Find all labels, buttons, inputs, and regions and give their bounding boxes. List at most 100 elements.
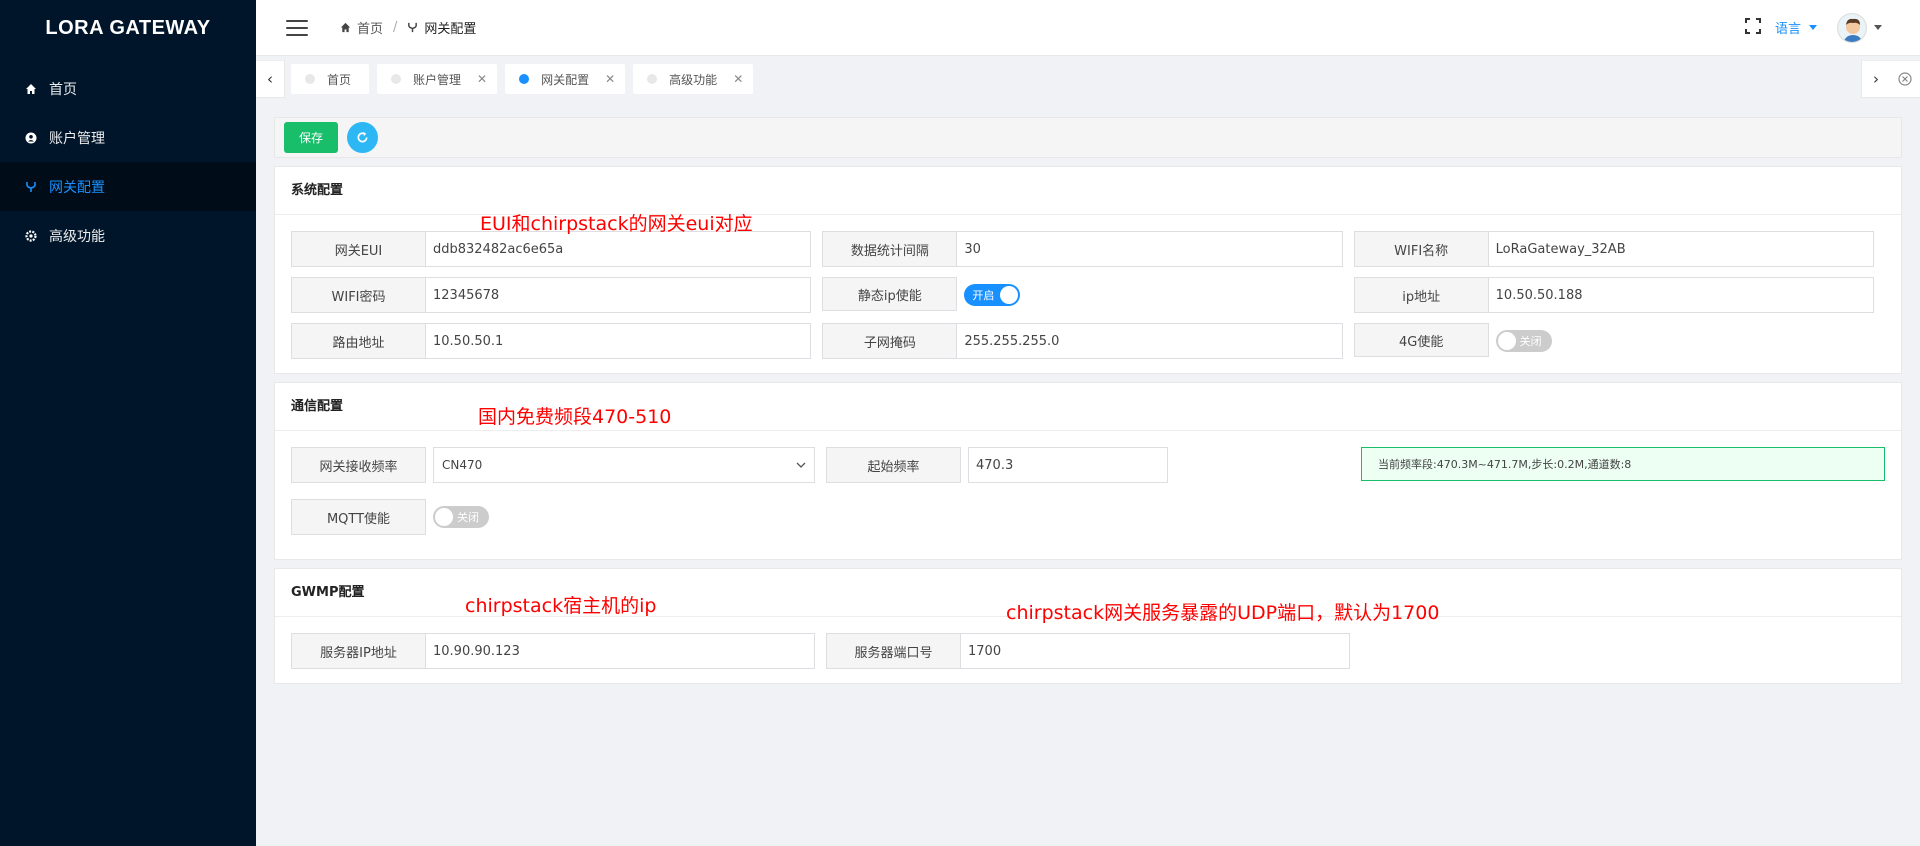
sidebar-item-label: 网关配置 [49, 179, 105, 196]
field-label: WIFI名称 [1353, 231, 1489, 267]
gateway-icon [408, 22, 418, 33]
static-ip-toggle[interactable]: 开启 [964, 284, 1021, 306]
field-label: MQTT使能 [291, 499, 426, 535]
mqtt-toggle[interactable]: 关闭 [433, 506, 489, 528]
router-input[interactable]: 10.50.50.1 [426, 323, 812, 359]
stats-interval-input[interactable]: 30 [957, 231, 1343, 267]
sidebar: LORA GATEWAY 首页 账户管理 网关配置 高级功能 [0, 0, 256, 846]
tab-dot-icon [519, 74, 530, 84]
header-actions: 语言 [1744, 12, 1882, 43]
tab-account[interactable]: 账户管理 ✕ [377, 64, 498, 94]
subnet-field: 子网掩码 255.255.255.0 [822, 323, 1343, 359]
subnet-input[interactable]: 255.255.255.0 [957, 323, 1343, 359]
field-label: 服务器IP地址 [291, 633, 426, 669]
sidebar-menu: 首页 账户管理 网关配置 高级功能 [0, 64, 256, 260]
home-icon [340, 22, 351, 33]
gateway-eui-field: 网关EUI ddb832482ac6e65a [291, 231, 812, 267]
field-label: 网关EUI [291, 231, 426, 267]
sidebar-item-account[interactable]: 账户管理 [0, 113, 256, 162]
close-icon[interactable]: ✕ [605, 72, 615, 86]
tab-label: 高级功能 [669, 72, 718, 87]
start-freq-input[interactable]: 470.3 [968, 447, 1168, 483]
frequency-info-alert: 当前频率段:470.3M~471.7M,步长:0.2M,通道数:8 [1361, 447, 1885, 481]
close-all-tabs-icon[interactable] [1890, 72, 1920, 86]
rx-freq-field: 网关接收频率 CN470 [291, 447, 815, 483]
close-icon[interactable]: ✕ [733, 72, 743, 86]
tab-home[interactable]: 首页 [291, 64, 370, 94]
ip-address-input[interactable]: 10.50.50.188 [1488, 277, 1874, 313]
language-label: 语言 [1774, 22, 1801, 37]
main-content: 保存 系统配置 EUI和chirpstack的网关eui对应 网关EUI ddb… [274, 117, 1902, 684]
annotation-server-ip: chirpstack宿主机的ip [465, 595, 657, 617]
ip-address-field: ip地址 10.50.50.188 [1353, 277, 1874, 313]
gwmp-config-card: GWMP配置 chirpstack宿主机的ip chirpstack网关服务暴露… [274, 568, 1902, 684]
annotation-eui: EUI和chirpstack的网关eui对应 [480, 213, 753, 235]
tab-gateway[interactable]: 网关配置 ✕ [505, 64, 626, 94]
avatar[interactable] [1837, 12, 1867, 43]
top-header: 首页 / 网关配置 语言 [256, 0, 1920, 56]
sidebar-item-home[interactable]: 首页 [0, 64, 256, 113]
breadcrumb-current: 网关配置 [407, 18, 476, 37]
field-label: 4G使能 [1353, 323, 1489, 357]
field-label: 路由地址 [291, 323, 426, 359]
annotation-freq: 国内免费频段470-510 [478, 406, 672, 428]
sidebar-item-label: 账户管理 [49, 130, 105, 147]
gateway-eui-input[interactable]: ddb832482ac6e65a [426, 231, 812, 267]
breadcrumb-home[interactable]: 首页 [340, 18, 383, 37]
settings-icon [24, 229, 38, 243]
tab-dot-icon [647, 74, 658, 84]
rx-freq-select[interactable]: CN470 [433, 447, 815, 483]
field-label: 起始频率 [826, 447, 961, 483]
toolbar: 保存 [274, 117, 1902, 158]
tab-label: 账户管理 [413, 72, 462, 87]
fullscreen-icon[interactable] [1744, 17, 1761, 38]
chevron-down-icon [796, 462, 806, 468]
wifi-name-input[interactable]: LoRaGateway_32AB [1488, 231, 1874, 267]
save-button[interactable]: 保存 [284, 122, 339, 153]
gateway-icon [24, 180, 38, 194]
close-icon[interactable]: ✕ [477, 72, 487, 86]
refresh-icon[interactable] [347, 122, 379, 153]
field-label: 数据统计间隔 [822, 231, 958, 267]
router-field: 路由地址 10.50.50.1 [291, 323, 812, 359]
tab-dot-icon [305, 74, 315, 84]
user-icon [24, 131, 38, 145]
server-port-field: 服务器端口号 1700 [826, 633, 1350, 669]
server-port-input[interactable]: 1700 [961, 633, 1350, 669]
tabs-scroll-left-icon[interactable]: ‹ [256, 60, 284, 98]
wifi-password-field: WIFI密码 12345678 [291, 277, 812, 313]
field-label: 静态ip使能 [822, 277, 958, 311]
field-label: ip地址 [1353, 277, 1489, 313]
tab-advanced[interactable]: 高级功能 ✕ [633, 64, 754, 94]
breadcrumb-separator: / [393, 20, 398, 35]
tab-dot-icon [391, 74, 402, 84]
language-dropdown[interactable]: 语言 [1775, 18, 1817, 37]
field-label: WIFI密码 [291, 277, 426, 313]
tabs-bar: ‹ 首页 账户管理 ✕ 网关配置 ✕ 高级功能 ✕ › [256, 60, 1920, 98]
tabs-scroll-right-icon[interactable]: › [1862, 60, 1890, 98]
system-config-card: 系统配置 EUI和chirpstack的网关eui对应 网关EUI ddb832… [274, 166, 1902, 374]
chevron-down-icon[interactable] [1874, 25, 1882, 30]
section-title: 系统配置 [275, 167, 1901, 215]
comm-config-card: 通信配置 国内免费频段470-510 网关接收频率 CN470 起始频率 470… [274, 382, 1902, 560]
sidebar-item-gateway[interactable]: 网关配置 [0, 162, 256, 211]
toggle-label: 开启 [972, 289, 995, 302]
breadcrumb: 首页 / 网关配置 [340, 18, 476, 37]
select-value: CN470 [442, 458, 483, 472]
start-freq-field: 起始频率 470.3 [826, 447, 1350, 483]
field-label: 子网掩码 [822, 323, 958, 359]
sidebar-item-advanced[interactable]: 高级功能 [0, 211, 256, 260]
server-ip-input[interactable]: 10.90.90.123 [426, 633, 815, 669]
wifi-password-input[interactable]: 12345678 [426, 277, 812, 313]
static-ip-field: 静态ip使能 开启 [822, 277, 1342, 313]
home-icon [24, 82, 38, 96]
field-label: 服务器端口号 [826, 633, 961, 669]
tabs-list: 首页 账户管理 ✕ 网关配置 ✕ 高级功能 ✕ [284, 60, 1862, 98]
lte-toggle[interactable]: 关闭 [1495, 330, 1552, 352]
sidebar-item-label: 高级功能 [49, 228, 105, 245]
menu-toggle-icon[interactable] [286, 19, 308, 36]
toggle-label: 关闭 [1519, 335, 1542, 348]
mqtt-field: MQTT使能 关闭 [291, 499, 815, 535]
wifi-name-field: WIFI名称 LoRaGateway_32AB [1353, 231, 1874, 267]
toggle-label: 关闭 [457, 511, 479, 524]
